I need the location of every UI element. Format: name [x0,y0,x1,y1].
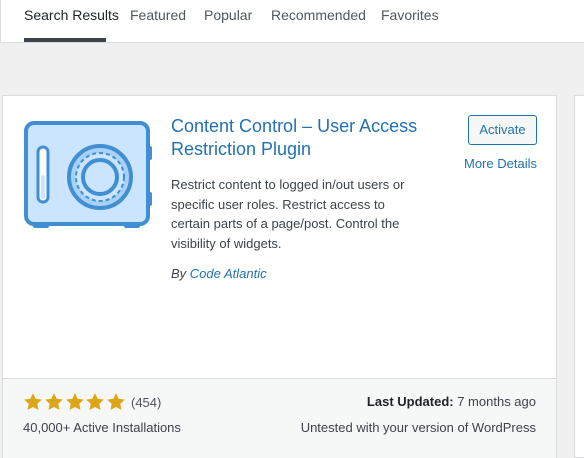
plugin-author: By Code Atlantic [171,266,267,281]
active-installs: 40,000+ Active Installations [23,420,181,435]
star-filled-icon [24,393,42,410]
star-filled-icon [65,393,84,410]
active-tab-indicator [24,38,106,42]
author-link[interactable]: Code Atlantic [190,266,267,281]
next-plugin-card [574,95,584,458]
safe-vault-icon[interactable] [23,120,155,236]
plugin-card: Content Control – User Access Restrictio… [2,95,557,458]
activate-button[interactable]: Activate [468,115,537,145]
last-updated-value: 7 months ago [457,394,536,409]
tab-favorites[interactable]: Favorites [381,7,439,23]
rating-count: (454) [130,394,162,410]
tab-recommended[interactable]: Recommended [271,7,366,23]
compatibility-notice: Untested with your version of WordPress [300,420,536,435]
plugin-title-link[interactable]: Content Control – User Access Restrictio… [171,115,421,161]
last-updated-label: Last Updated: [366,394,454,409]
tab-search-results[interactable]: Search Results [24,7,119,23]
more-details-link[interactable]: More Details [464,156,537,171]
star-filled-icon [107,393,125,410]
star-rating: (454) [23,392,161,412]
tab-featured[interactable]: Featured [130,7,186,23]
last-updated: Last Updated: 7 months ago [367,394,536,409]
star-filled-icon [86,393,105,410]
filter-tabs-bar: Search Results Featured Popular Recommen… [0,0,584,43]
star-filled-icon [44,393,63,410]
plugin-card-footer: (454) 40,000+ Active Installations Last … [3,378,556,458]
author-prefix: By [171,266,187,281]
tab-popular[interactable]: Popular [204,7,252,23]
plugin-description: Restrict content to logged in/out users … [171,177,405,251]
